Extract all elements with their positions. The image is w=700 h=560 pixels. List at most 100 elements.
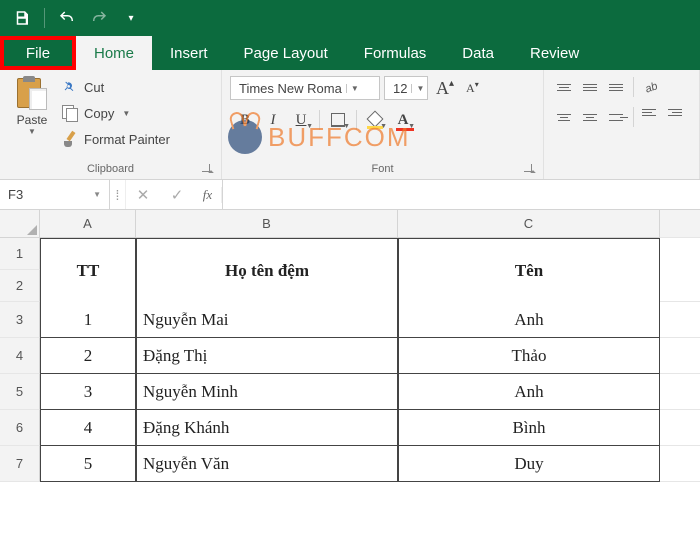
cell-empty[interactable]	[660, 410, 700, 446]
table-cell-ho[interactable]: Nguyễn Mai	[136, 302, 398, 338]
align-left-button[interactable]	[552, 106, 576, 128]
formula-bar-expand[interactable]: ⁞	[110, 180, 126, 209]
align-top-button[interactable]	[552, 76, 576, 98]
row-header-7[interactable]: 7	[0, 446, 40, 482]
format-painter-label: Format Painter	[84, 132, 170, 147]
table-header-tt[interactable]: TT	[40, 238, 136, 302]
tab-page-layout[interactable]: Page Layout	[226, 36, 346, 70]
align-bottom-button[interactable]	[604, 76, 628, 98]
align-right-button[interactable]	[604, 106, 628, 128]
column-header-a[interactable]: A	[40, 210, 136, 238]
border-button[interactable]: ▼	[325, 108, 351, 132]
cancel-formula-button[interactable]: ✕	[126, 186, 160, 204]
cell-empty[interactable]	[660, 446, 700, 482]
bold-button[interactable]: B	[232, 108, 258, 132]
chevron-down-icon: ▼	[93, 190, 101, 199]
separator	[356, 110, 357, 130]
row-header-3[interactable]: 3	[0, 302, 40, 338]
paste-icon	[17, 76, 47, 110]
font-group-label: Font	[230, 161, 535, 179]
table-cell-tt[interactable]: 4	[40, 410, 136, 446]
row-header-5[interactable]: 5	[0, 374, 40, 410]
table-cell-tt[interactable]: 1	[40, 302, 136, 338]
fill-color-button[interactable]: ▼	[362, 108, 388, 132]
table-cell-ten[interactable]: Bình	[398, 410, 660, 446]
table-cell-ho[interactable]: Nguyễn Minh	[136, 374, 398, 410]
undo-icon[interactable]	[53, 4, 81, 32]
save-icon[interactable]	[8, 4, 36, 32]
column-header-extra	[660, 210, 700, 238]
table-cell-ho[interactable]: Nguyễn Văn	[136, 446, 398, 482]
align-middle-button[interactable]	[578, 76, 602, 98]
scissors-icon	[62, 79, 78, 95]
row-header-6[interactable]: 6	[0, 410, 40, 446]
tab-file[interactable]: File	[0, 36, 76, 70]
ribbon-tabs: File Home Insert Page Layout Formulas Da…	[0, 36, 700, 70]
font-size-combo[interactable]: 12 ▼	[384, 76, 428, 100]
separator	[319, 110, 320, 130]
cut-button[interactable]: Cut	[62, 76, 170, 98]
tab-insert[interactable]: Insert	[152, 36, 226, 70]
table-header-ten[interactable]: Tên	[398, 238, 660, 302]
decrease-indent-button[interactable]	[639, 106, 663, 128]
table-cell-ten[interactable]: Anh	[398, 374, 660, 410]
name-box[interactable]: F3 ▼	[0, 180, 110, 209]
cell-empty[interactable]	[660, 238, 700, 302]
fx-icon[interactable]: fx	[194, 187, 222, 203]
table-cell-ho[interactable]: Đặng Thị	[136, 338, 398, 374]
tab-formulas[interactable]: Formulas	[346, 36, 445, 70]
column-header-b[interactable]: B	[136, 210, 398, 238]
qat-customize-icon[interactable]: ▾	[117, 4, 145, 32]
cell-empty[interactable]	[660, 302, 700, 338]
grow-font-button[interactable]: A▴	[432, 78, 458, 99]
row-header-4[interactable]: 4	[0, 338, 40, 374]
separator	[633, 77, 634, 97]
tab-review[interactable]: Review	[512, 36, 597, 70]
font-family-value: Times New Roma	[239, 81, 342, 96]
tab-data[interactable]: Data	[444, 36, 512, 70]
table-cell-ten[interactable]: Anh	[398, 302, 660, 338]
quick-access-toolbar: ▾	[0, 0, 700, 36]
table-cell-ten[interactable]: Duy	[398, 446, 660, 482]
column-header-c[interactable]: C	[398, 210, 660, 238]
cell-empty[interactable]	[660, 338, 700, 374]
table-cell-tt[interactable]: 3	[40, 374, 136, 410]
copy-button[interactable]: Copy ▼	[62, 102, 170, 124]
formula-bar[interactable]	[223, 180, 700, 209]
redo-icon[interactable]	[85, 4, 113, 32]
font-dialog-launcher-icon[interactable]	[523, 163, 535, 175]
orientation-button[interactable]: ab	[639, 76, 663, 98]
format-painter-button[interactable]: Format Painter	[62, 128, 170, 150]
alignment-group-label	[552, 173, 691, 179]
table-cell-ho[interactable]: Đặng Khánh	[136, 410, 398, 446]
table-header-ho[interactable]: Họ tên đệm	[136, 238, 398, 302]
increase-indent-icon	[668, 109, 686, 125]
align-center-button[interactable]	[578, 106, 602, 128]
brush-icon	[62, 131, 78, 147]
increase-indent-button[interactable]	[665, 106, 689, 128]
shrink-font-button[interactable]: A▾	[462, 80, 483, 96]
clipboard-dialog-launcher-icon[interactable]	[201, 163, 213, 175]
row-header-2[interactable]: 2	[0, 270, 40, 302]
font-family-combo[interactable]: Times New Roma ▼	[230, 76, 380, 100]
italic-button[interactable]: I	[260, 108, 286, 132]
cell-empty[interactable]	[660, 374, 700, 410]
tab-home[interactable]: Home	[76, 36, 152, 70]
table-cell-ten[interactable]: Thảo	[398, 338, 660, 374]
ribbon-group-font: Times New Roma ▼ 12 ▼ A▴ A▾ B I U▼ ▼ ▼ A…	[222, 70, 544, 179]
copy-dropdown-icon[interactable]: ▼	[122, 109, 130, 118]
clipboard-group-label: Clipboard	[8, 161, 213, 179]
svg-text:ab: ab	[644, 80, 659, 95]
paste-button[interactable]: Paste ▼	[8, 74, 56, 152]
underline-button[interactable]: U▼	[288, 108, 314, 132]
font-color-button[interactable]: A▼	[390, 108, 416, 132]
paste-dropdown-icon[interactable]: ▼	[28, 127, 36, 136]
row-header-1[interactable]: 1	[0, 238, 40, 270]
copy-icon	[62, 105, 78, 121]
select-all-corner[interactable]	[0, 210, 40, 238]
enter-formula-button[interactable]: ✓	[160, 186, 194, 204]
table-cell-tt[interactable]: 2	[40, 338, 136, 374]
font-color-icon: A	[398, 112, 409, 129]
orientation-icon: ab	[643, 79, 659, 95]
table-cell-tt[interactable]: 5	[40, 446, 136, 482]
